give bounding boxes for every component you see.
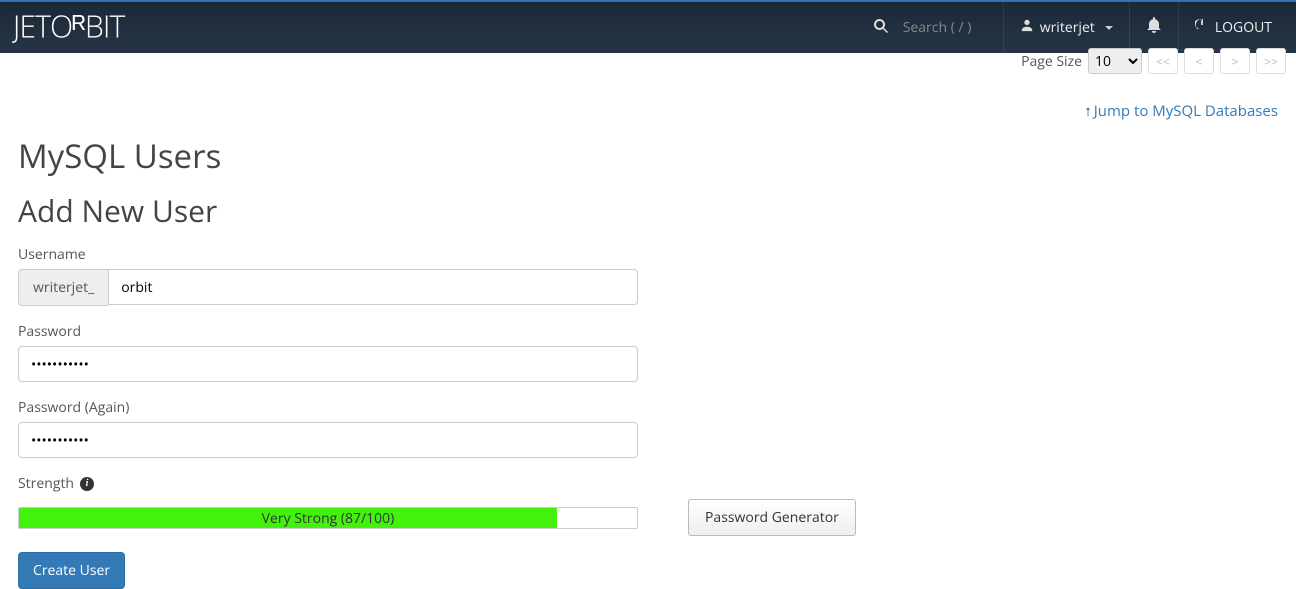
username-prefix: writerjet_	[18, 269, 108, 306]
password-label: Password	[18, 322, 638, 341]
page-size-label: Page Size	[1021, 52, 1082, 71]
search-icon	[873, 17, 889, 39]
pager-prev-button[interactable]: <	[1184, 48, 1214, 74]
username-input[interactable]	[108, 269, 638, 305]
pager-last-button[interactable]: >>	[1256, 48, 1286, 74]
pager-first-button[interactable]: <<	[1148, 48, 1178, 74]
logout-icon	[1195, 18, 1209, 37]
jump-to-databases-link[interactable]: ↑Jump to MySQL Databases	[1084, 101, 1278, 121]
page-size-select[interactable]: 10	[1088, 48, 1142, 74]
logout-button[interactable]: LOGOUT	[1178, 2, 1288, 53]
user-icon	[1020, 18, 1034, 37]
svg-text:JETOᴿBIT: JETOᴿBIT	[12, 11, 125, 45]
create-user-button[interactable]: Create User	[18, 552, 125, 589]
search-input[interactable]	[903, 18, 983, 37]
password-again-input[interactable]	[18, 422, 638, 458]
strength-progress: Very Strong (87/100)	[18, 507, 638, 529]
chevron-down-icon	[1105, 26, 1113, 30]
strength-label: Strength	[18, 474, 74, 493]
page-title: MySQL Users	[18, 133, 1278, 178]
username-label: writerjet	[1040, 18, 1095, 37]
password-input[interactable]	[18, 346, 638, 382]
strength-label-row: Strength i	[18, 474, 1278, 493]
page-size-controls: Page Size 10 << < > >>	[1021, 48, 1286, 74]
password-generator-button[interactable]: Password Generator	[688, 499, 856, 536]
bell-icon	[1146, 17, 1162, 38]
pager-next-button[interactable]: >	[1220, 48, 1250, 74]
strength-progress-text: Very Strong (87/100)	[19, 508, 637, 529]
notifications-button[interactable]	[1129, 2, 1178, 53]
search-area	[853, 17, 1003, 39]
username-label: Username	[18, 245, 638, 264]
jump-link-text: Jump to MySQL Databases	[1094, 101, 1278, 121]
content: Page Size 10 << < > >> ↑Jump to MySQL Da…	[0, 53, 1296, 589]
navbar: JETOᴿBIT writerjet LOGOUT	[0, 0, 1296, 53]
section-title: Add New User	[18, 190, 1278, 231]
user-menu[interactable]: writerjet	[1003, 2, 1129, 53]
password-again-label: Password (Again)	[18, 398, 638, 417]
info-icon[interactable]: i	[80, 477, 94, 491]
logo[interactable]: JETOᴿBIT	[8, 11, 212, 45]
arrow-up-icon: ↑	[1084, 101, 1092, 121]
logout-label: LOGOUT	[1215, 18, 1272, 37]
